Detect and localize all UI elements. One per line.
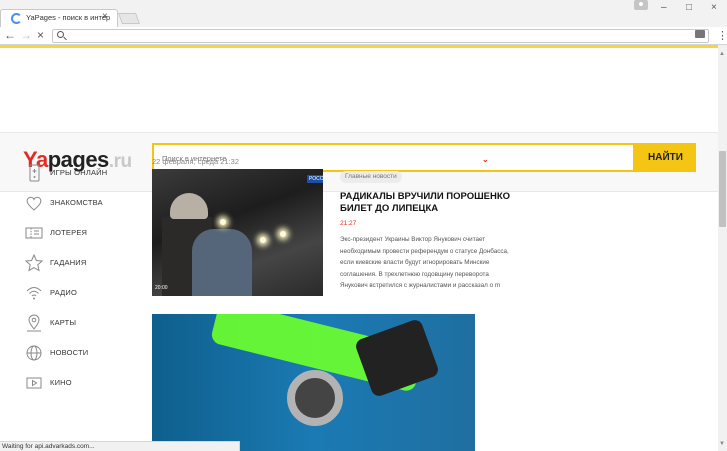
window-close-icon[interactable]: × (711, 2, 717, 13)
map-pin-icon (27, 314, 41, 332)
browser-tab[interactable]: YaPages - поиск в интер × (0, 9, 118, 27)
sidebar-item-dating[interactable]: ЗНАКОМСТВА (24, 192, 144, 222)
channel-logo: РОССИЯ (307, 175, 323, 183)
page-scrollbar[interactable]: ▲ ▼ (718, 45, 727, 451)
address-bar[interactable] (52, 29, 709, 43)
minimize-icon[interactable]: – (661, 2, 667, 13)
search-icon (57, 31, 64, 38)
browser-menu-icon[interactable]: ⋮ (717, 29, 727, 42)
browser-toolbar: ← → × ⋮ (0, 27, 727, 45)
sidebar-item-news[interactable]: НОВОСТИ (24, 342, 144, 372)
sidebar-item-lottery[interactable]: ЛОТЕРЕЯ (24, 222, 144, 252)
photo-timestamp: 20:00 (155, 285, 168, 291)
lottery-ticket-icon (25, 227, 43, 239)
sidebar-item-label: ЗНАКОМСТВА (50, 198, 103, 207)
scroll-up-icon[interactable]: ▲ (719, 51, 725, 57)
heart-icon (26, 196, 42, 211)
radio-waves-icon (26, 287, 42, 300)
news-time: 21:27 (340, 220, 357, 227)
sidebar-item-label: ГАДАНИЯ (50, 258, 87, 267)
sidebar-item-label: НОВОСТИ (50, 348, 89, 357)
sidebar-item-label: ЛОТЕРЕЯ (50, 228, 88, 237)
back-arrow-icon[interactable]: ← (4, 28, 16, 42)
photo-helmet (170, 193, 208, 219)
page-viewport: Yapages.ru НАЙТИ ИГРЫ ОНЛАЙН ЗНАКОМСТВА … (0, 48, 718, 451)
tab-title: YaPages - поиск в интер (26, 13, 111, 22)
photo-lamp (260, 237, 266, 243)
news-photo[interactable]: РОССИЯ 20:00 (152, 169, 323, 296)
search-button[interactable]: НАЙТИ (635, 143, 696, 172)
profile-icon[interactable] (634, 0, 648, 10)
sidebar: ИГРЫ ОНЛАЙН ЗНАКОМСТВА ЛОТЕРЕЯ ГАДАНИЯ Р… (24, 162, 144, 402)
browser-tab-strip: YaPages - поиск в интер × – □ × (0, 0, 727, 27)
news-date: 22 февраля, среда 21:32 (152, 157, 240, 166)
scrollbar-thumb[interactable] (719, 151, 726, 227)
photo-lamp (280, 231, 286, 237)
chevron-down-icon[interactable]: ⌄ (482, 155, 489, 164)
globe-icon (26, 345, 42, 361)
tab-close-icon[interactable]: × (102, 11, 108, 22)
sidebar-item-label: КИНО (50, 378, 72, 387)
translate-icon[interactable] (695, 30, 705, 38)
photo-figure (192, 229, 252, 296)
sidebar-item-games[interactable]: ИГРЫ ОНЛАЙН (24, 162, 144, 192)
sidebar-item-label: ИГРЫ ОНЛАЙН (50, 168, 108, 177)
stop-loading-icon[interactable]: × (37, 28, 44, 42)
sidebar-item-radio[interactable]: РАДИО (24, 282, 144, 312)
feature-photo[interactable] (152, 314, 475, 451)
scroll-down-icon[interactable]: ▼ (719, 441, 725, 447)
sidebar-item-cinema[interactable]: КИНО (24, 372, 144, 402)
forward-arrow-icon[interactable]: → (20, 28, 32, 42)
news-category-badge[interactable]: Главные новости (340, 171, 402, 183)
loading-spinner-icon (11, 13, 22, 24)
star-icon (24, 253, 44, 272)
video-play-icon[interactable] (287, 370, 343, 426)
news-headline[interactable]: РАДИКАЛЫ ВРУЧИЛИ ПОРОШЕНКО БИЛЕТ ДО ЛИПЕ… (340, 191, 515, 215)
maximize-icon[interactable]: □ (686, 2, 692, 13)
play-icon (26, 377, 42, 389)
sidebar-item-label: КАРТЫ (50, 318, 77, 327)
gamepad-icon (29, 164, 40, 182)
news-summary: Экс-президент Украины Виктор Янукович сч… (340, 236, 509, 289)
status-bar: Waiting for api.advarkads.com... (0, 441, 240, 451)
sidebar-item-label: РАДИО (50, 288, 78, 297)
new-tab-button[interactable] (117, 13, 141, 24)
photo-lamp (220, 219, 226, 225)
sidebar-item-maps[interactable]: КАРТЫ (24, 312, 144, 342)
sidebar-item-fortune[interactable]: ГАДАНИЯ (24, 252, 144, 282)
photo-shape (353, 317, 441, 399)
